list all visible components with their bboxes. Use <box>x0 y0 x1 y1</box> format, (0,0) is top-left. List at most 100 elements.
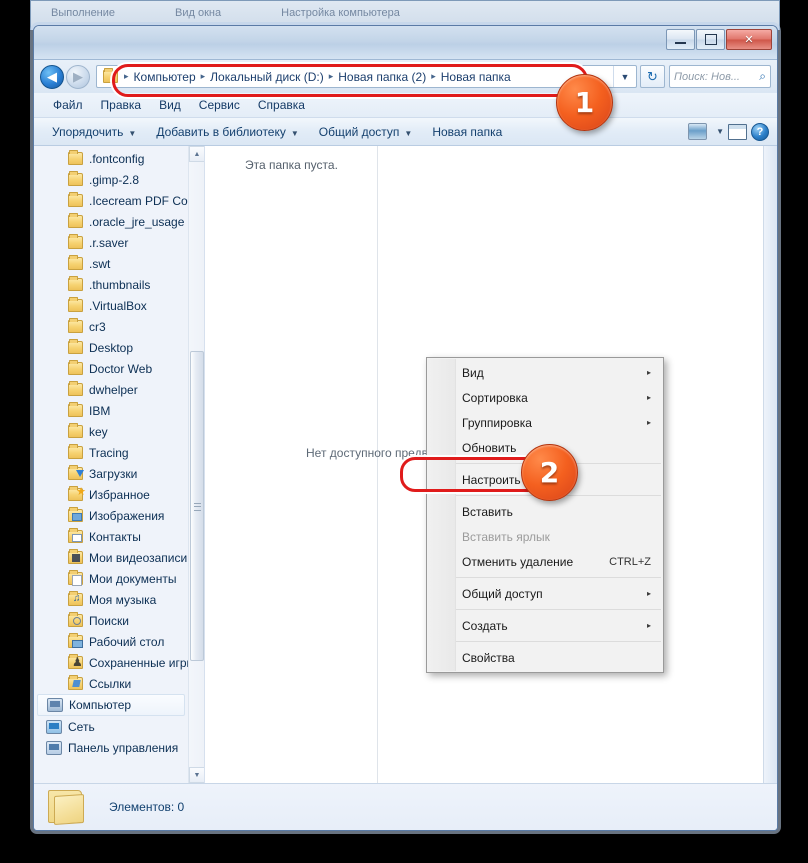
tree-item-15[interactable]: Tracing <box>34 442 188 463</box>
new-folder-button[interactable]: Новая папка <box>422 122 512 142</box>
tree-item-9[interactable]: cr3 <box>34 316 188 337</box>
tree-item-14[interactable]: key <box>34 421 188 442</box>
breadcrumb-computer[interactable]: Компьютер <box>131 70 199 84</box>
scroll-up-button[interactable]: ▲ <box>189 146 204 162</box>
tree-item-label: Desktop <box>89 340 134 355</box>
tree-item-25[interactable]: Сохраненные игры <box>34 652 188 673</box>
context-menu-item-label: Группировка <box>462 415 532 430</box>
back-button[interactable]: ◀ <box>40 64 64 89</box>
tree-root-network[interactable]: Сеть <box>34 716 188 737</box>
tree-item-label: dwhelper <box>89 382 138 397</box>
tree-item-8[interactable]: .VirtualBox <box>34 295 188 316</box>
command-bar: Упорядочить ▼ Добавить в библиотеку ▼ Общи… <box>34 117 777 146</box>
context-menu-item-label: Вид <box>462 365 484 380</box>
tree-item-24[interactable]: Рабочий стол <box>34 631 188 652</box>
bg-fragment: Настройка компьютера <box>281 7 400 19</box>
context-menu-item-12[interactable]: Общий доступ ▸ <box>427 581 663 606</box>
tree-item-6[interactable]: .swt <box>34 253 188 274</box>
breadcrumb-separator: ▸ <box>328 71 334 81</box>
tree-item-label: .r.saver <box>89 235 129 250</box>
tree-item-7[interactable]: .thumbnails <box>34 274 188 295</box>
tree-item-23[interactable]: Поиски <box>34 610 188 631</box>
videos-icon <box>68 549 83 564</box>
tree-item-4[interactable]: .oracle_jre_usage <box>34 211 188 232</box>
tree-item-label: Doctor Web <box>89 361 153 376</box>
tree-item-2[interactable]: .gimp-2.8 <box>34 169 188 190</box>
menu-file[interactable]: Файл <box>44 96 92 114</box>
content-scrollbar[interactable] <box>763 146 777 783</box>
searches-icon <box>68 612 83 627</box>
tree-item-12[interactable]: dwhelper <box>34 379 188 400</box>
tree-item-20[interactable]: Мои видеозаписи <box>34 547 188 568</box>
context-menu[interactable]: Вид ▸ Сортировка ▸ Группировка ▸ Обновить Настр… <box>426 357 664 673</box>
navpane-scrollbar[interactable]: ▲ ▼ <box>188 146 204 783</box>
chevron-down-icon[interactable]: ▼ <box>716 127 724 136</box>
context-menu-item-1[interactable]: Вид ▸ <box>427 360 663 385</box>
bg-fragment: Выполнение <box>51 7 116 19</box>
minimize-button[interactable] <box>666 29 695 50</box>
tree-root-label: Сеть <box>68 719 95 734</box>
search-input[interactable]: Поиск: Нов... ⌕ <box>669 65 771 88</box>
maximize-icon <box>704 34 717 45</box>
help-icon[interactable]: ? <box>751 122 769 141</box>
tree-item-5[interactable]: .r.saver <box>34 232 188 253</box>
tree-root-computer[interactable]: Компьютер <box>37 694 185 716</box>
organize-button[interactable]: Упорядочить ▼ <box>42 122 146 142</box>
add-to-library-button[interactable]: Добавить в библиотеку ▼ <box>146 122 308 142</box>
command-bar-right: ▼ ? <box>688 122 777 141</box>
annotation-badge-2: 2 <box>521 444 578 501</box>
maximize-button[interactable] <box>696 29 725 50</box>
tree-item-label: Tracing <box>89 445 129 460</box>
context-menu-item-2[interactable]: Сортировка ▸ <box>427 385 663 410</box>
tree-item-label: Мои видеозаписи <box>89 550 188 565</box>
context-menu-item-16[interactable]: Свойства <box>427 645 663 670</box>
folder-icon <box>68 339 83 354</box>
tree-item-22[interactable]: Моя музыка <box>34 589 188 610</box>
refresh-button[interactable]: ↻ <box>640 65 665 88</box>
folder-icon-large <box>46 788 91 826</box>
context-menu-item-14[interactable]: Создать ▸ <box>427 613 663 638</box>
preview-pane-icon[interactable] <box>728 123 747 140</box>
tree-item-11[interactable]: Doctor Web <box>34 358 188 379</box>
add-to-library-label: Добавить в библиотеку <box>156 124 286 139</box>
tree-item-19[interactable]: Контакты <box>34 526 188 547</box>
chevron-down-icon: ▼ <box>128 128 137 138</box>
tree-root-label: Компьютер <box>69 698 132 712</box>
breadcrumb-new-folder[interactable]: Новая папка <box>438 70 514 84</box>
tree-item-18[interactable]: Изображения <box>34 505 188 526</box>
menu-help[interactable]: Справка <box>249 96 314 114</box>
context-menu-item-10[interactable]: Отменить удаление CTRL+Z <box>427 549 663 574</box>
folder-icon <box>68 318 83 333</box>
tree-item-21[interactable]: Мои документы <box>34 568 188 589</box>
tree-item-16[interactable]: Загрузки <box>34 463 188 484</box>
context-menu-item-8[interactable]: Вставить <box>427 499 663 524</box>
item-count-label: Элементов: 0 <box>109 800 185 814</box>
scroll-down-button[interactable]: ▼ <box>189 767 204 783</box>
change-view-icon[interactable] <box>688 123 708 140</box>
context-menu-item-label: Свойства <box>462 650 515 665</box>
context-menu-item-3[interactable]: Группировка ▸ <box>427 410 663 435</box>
close-button[interactable]: ✕ <box>726 29 772 50</box>
menu-edit[interactable]: Правка <box>92 96 151 114</box>
chevron-down-icon[interactable]: ▼ <box>613 66 636 87</box>
breadcrumb-local-disk-d[interactable]: Локальный диск (D:) <box>207 70 327 84</box>
address-bar[interactable]: ▸ Компьютер ▸ Локальный диск (D:) ▸ Нова… <box>96 65 637 88</box>
tree-item-label: .gimp-2.8 <box>89 172 140 187</box>
context-menu-item-label: Сортировка <box>462 390 528 405</box>
bg-fragment: Вид окна <box>175 7 222 19</box>
menu-tools[interactable]: Сервис <box>190 96 249 114</box>
tree-root-control-panel[interactable]: Панель управления <box>34 737 188 758</box>
tree-item-10[interactable]: Desktop <box>34 337 188 358</box>
context-menu-item-shortcut: CTRL+Z <box>609 555 651 568</box>
tree-item-17[interactable]: Избранное <box>34 484 188 505</box>
share-with-button[interactable]: Общий доступ ▼ <box>309 122 423 142</box>
scrollbar-thumb[interactable] <box>190 351 204 661</box>
breadcrumb-new-folder-2[interactable]: Новая папка (2) <box>335 70 429 84</box>
tree-item-label: .VirtualBox <box>89 298 147 313</box>
forward-button[interactable]: ▶ <box>66 64 90 89</box>
tree-item-3[interactable]: .Icecream PDF Con <box>34 190 188 211</box>
menu-view[interactable]: Вид <box>150 96 190 114</box>
tree-item-1[interactable]: .fontconfig <box>34 148 188 169</box>
tree-item-26[interactable]: Ссылки <box>34 673 188 694</box>
tree-item-13[interactable]: IBM <box>34 400 188 421</box>
